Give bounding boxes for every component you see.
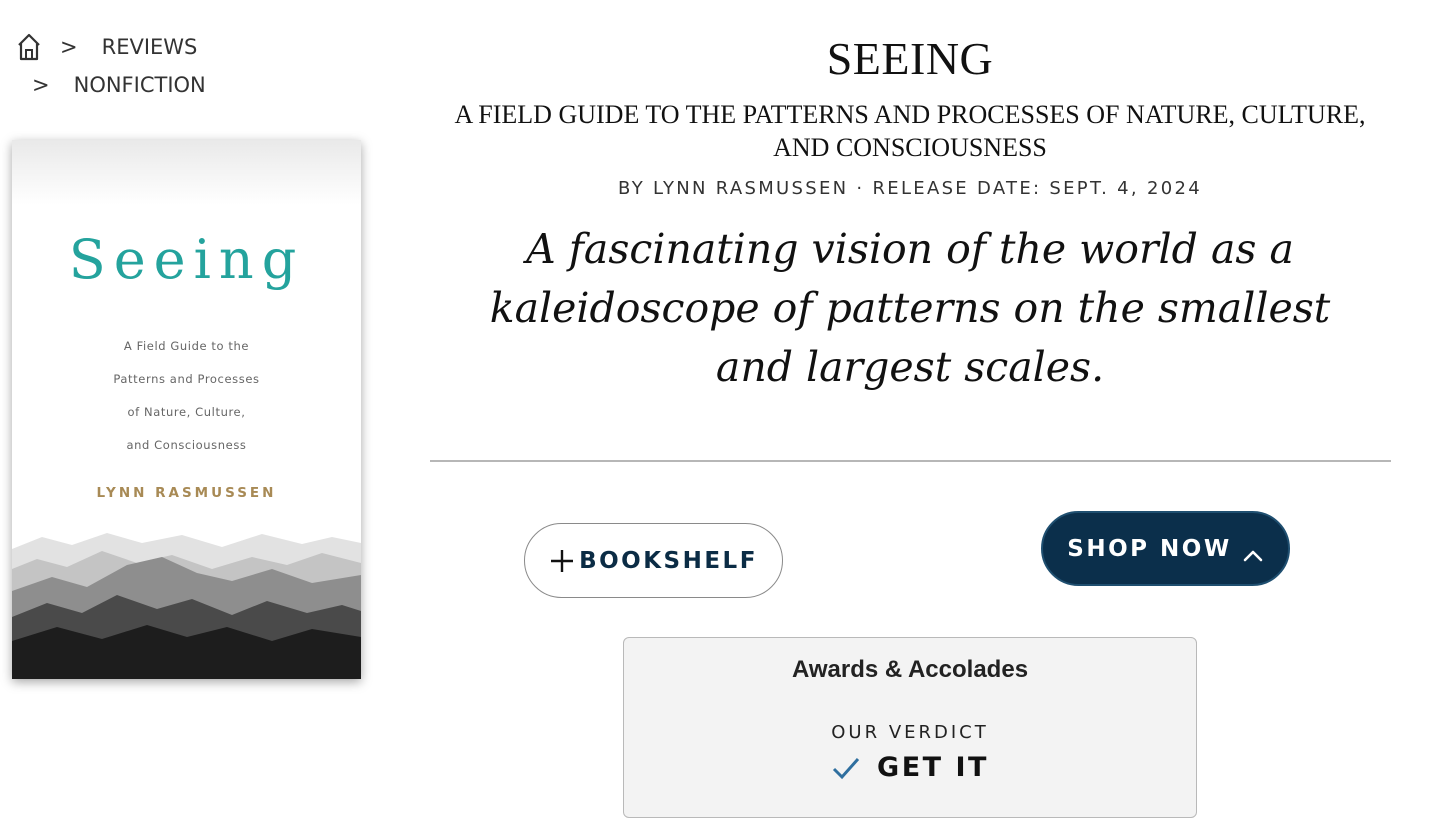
breadcrumb-row: > NONFICTION bbox=[16, 66, 206, 104]
add-to-bookshelf-button[interactable]: BOOKSHELF bbox=[524, 523, 783, 598]
cover-title: Seeing bbox=[68, 228, 305, 291]
verdict-value: GET IT bbox=[877, 752, 989, 783]
divider bbox=[430, 460, 1391, 462]
breadcrumb-nonfiction-link[interactable]: NONFICTION bbox=[74, 73, 206, 97]
breadcrumb-reviews-link[interactable]: REVIEWS bbox=[102, 35, 198, 59]
plus-icon bbox=[549, 548, 575, 574]
awards-panel: Awards & Accolades OUR VERDICT GET IT bbox=[623, 637, 1197, 818]
shop-now-button[interactable]: SHOP NOW bbox=[1041, 511, 1290, 586]
mountain-illustration bbox=[12, 533, 361, 679]
book-subtitle: A FIELD GUIDE TO THE PATTERNS AND PROCES… bbox=[454, 100, 1366, 162]
cover-subtitle-line: and Consciousness bbox=[126, 438, 247, 452]
book-title: SEEING bbox=[826, 33, 994, 84]
awards-title: Awards & Accolades bbox=[791, 656, 1029, 683]
breadcrumb: > REVIEWS > NONFICTION bbox=[16, 28, 206, 104]
verdict-row: GET IT bbox=[624, 752, 1196, 783]
verdict-label: OUR VERDICT bbox=[831, 722, 989, 743]
chevron-up-icon bbox=[1242, 542, 1264, 561]
breadcrumb-separator: > bbox=[60, 35, 78, 59]
book-cover[interactable]: Seeing A Field Guide to the Patterns and… bbox=[12, 140, 361, 679]
shop-now-label: SHOP NOW bbox=[1067, 535, 1232, 562]
cover-subtitle-line: Patterns and Processes bbox=[113, 372, 260, 386]
home-icon[interactable] bbox=[16, 32, 42, 62]
check-icon bbox=[831, 755, 861, 781]
cover-subtitle-line: of Nature, Culture, bbox=[127, 405, 246, 419]
cover-subtitle: A Field Guide to the Patterns and Proces… bbox=[12, 330, 361, 462]
bookshelf-label: BOOKSHELF bbox=[579, 547, 758, 574]
cover-author: LYNN RASMUSSEN bbox=[96, 485, 277, 501]
breadcrumb-separator: > bbox=[32, 73, 50, 97]
review-tagline: A fascinating vision of the world as a k… bbox=[489, 225, 1331, 391]
byline: BY LYNN RASMUSSEN · RELEASE DATE: SEPT. … bbox=[618, 178, 1202, 199]
cover-subtitle-line: A Field Guide to the bbox=[123, 339, 250, 353]
breadcrumb-row: > REVIEWS bbox=[16, 28, 206, 66]
